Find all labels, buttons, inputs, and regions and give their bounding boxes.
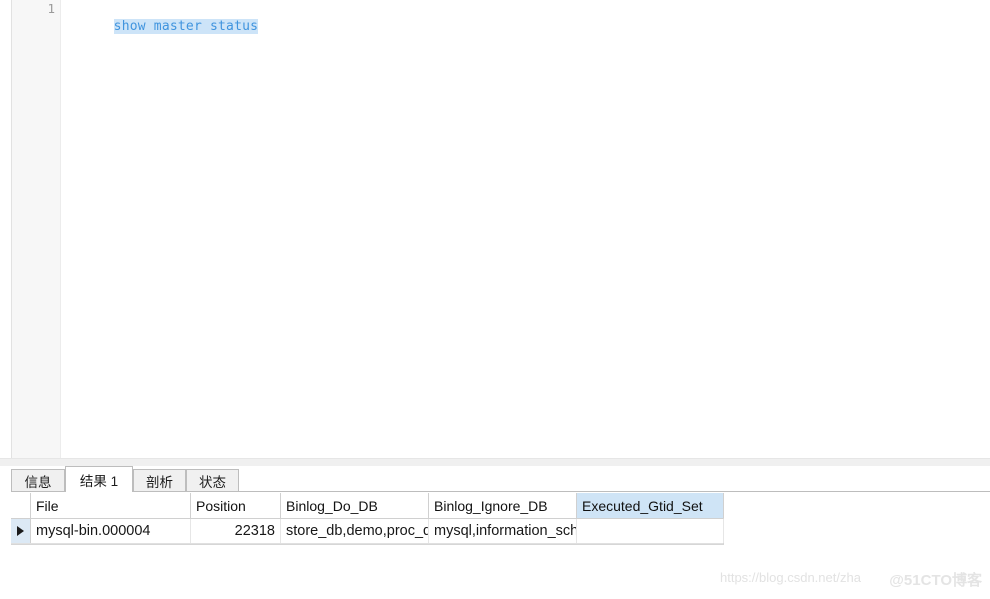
cell-value: mysql,information_schema,performance_sch… bbox=[434, 523, 576, 539]
column-header-binlog_ignore_db[interactable]: Binlog_Ignore_DB bbox=[429, 493, 577, 518]
panel-splitter[interactable] bbox=[0, 458, 990, 466]
watermark-overlay: https://blog.csdn.net/zha @51CTO博客 bbox=[710, 567, 990, 593]
cell-value: 22318 bbox=[234, 523, 275, 539]
grid-header-row: File Position Binlog_Do_DB Binlog_Ignore_DB… bbox=[11, 493, 724, 519]
watermark-brand-text: @51CTO博客 bbox=[889, 572, 982, 589]
tab-label: 结果 1 bbox=[79, 473, 119, 489]
sql-statement-text[interactable]: show master status bbox=[113, 19, 259, 34]
column-header-binlog_do_db[interactable]: Binlog_Do_DB bbox=[281, 493, 429, 518]
column-header-label: Executed_Gtid_Set bbox=[582, 497, 703, 514]
tab-label: 状态 bbox=[199, 474, 226, 490]
table-row[interactable]: mysql-bin.000004 22318 store_db,demo,proc_… bbox=[11, 519, 724, 544]
result-data-grid[interactable]: File Position Binlog_Do_DB Binlog_Ignore_DB… bbox=[11, 493, 724, 545]
cell-value: store_db,demo,proc_db,test_db bbox=[286, 523, 428, 539]
watermark-url-text: https://blog.csdn.net/zha bbox=[720, 570, 861, 585]
grid-corner-cell[interactable] bbox=[11, 493, 31, 518]
current-row-arrow-icon bbox=[17, 526, 24, 536]
result-tab-strip: 信息 结果 1 剖析 状态 bbox=[11, 466, 990, 492]
cell-file[interactable]: mysql-bin.000004 bbox=[31, 519, 191, 543]
column-header-label: Position bbox=[196, 497, 246, 514]
sql-editor-pane[interactable]: 1 show master status bbox=[11, 0, 990, 458]
tab-result-1[interactable]: 结果 1 bbox=[65, 466, 133, 492]
sql-code-area[interactable]: show master status bbox=[62, 0, 990, 458]
cell-position[interactable]: 22318 bbox=[191, 519, 281, 543]
code-line-1[interactable]: show master status bbox=[87, 0, 259, 34]
tab-info[interactable]: 信息 bbox=[11, 469, 65, 491]
tab-profile[interactable]: 剖析 bbox=[133, 469, 186, 491]
column-header-label: Binlog_Do_DB bbox=[286, 497, 378, 514]
cell-binlog_ignore_db[interactable]: mysql,information_schema,performance_sch… bbox=[429, 519, 577, 543]
cell-executed_gtid_set[interactable] bbox=[577, 519, 724, 543]
editor-line-number-gutter: 1 bbox=[12, 0, 61, 458]
tab-label: 剖析 bbox=[146, 474, 173, 490]
column-header-executed_gtid_set[interactable]: Executed_Gtid_Set bbox=[577, 493, 724, 518]
column-header-label: Binlog_Ignore_DB bbox=[434, 497, 548, 514]
column-header-file[interactable]: File bbox=[31, 493, 191, 518]
tab-status[interactable]: 状态 bbox=[186, 469, 239, 491]
result-panel: 信息 结果 1 剖析 状态 File Position Binlog_Do_DB Binlo… bbox=[0, 458, 990, 599]
tab-label: 信息 bbox=[24, 474, 52, 490]
column-header-label: File bbox=[36, 497, 59, 514]
line-number-1: 1 bbox=[47, 1, 55, 16]
row-header-cell[interactable] bbox=[11, 519, 31, 543]
cell-value: mysql-bin.000004 bbox=[36, 523, 151, 539]
column-header-position[interactable]: Position bbox=[191, 493, 281, 518]
cell-binlog_do_db[interactable]: store_db,demo,proc_db,test_db bbox=[281, 519, 429, 543]
tab-strip-baseline bbox=[11, 491, 990, 492]
